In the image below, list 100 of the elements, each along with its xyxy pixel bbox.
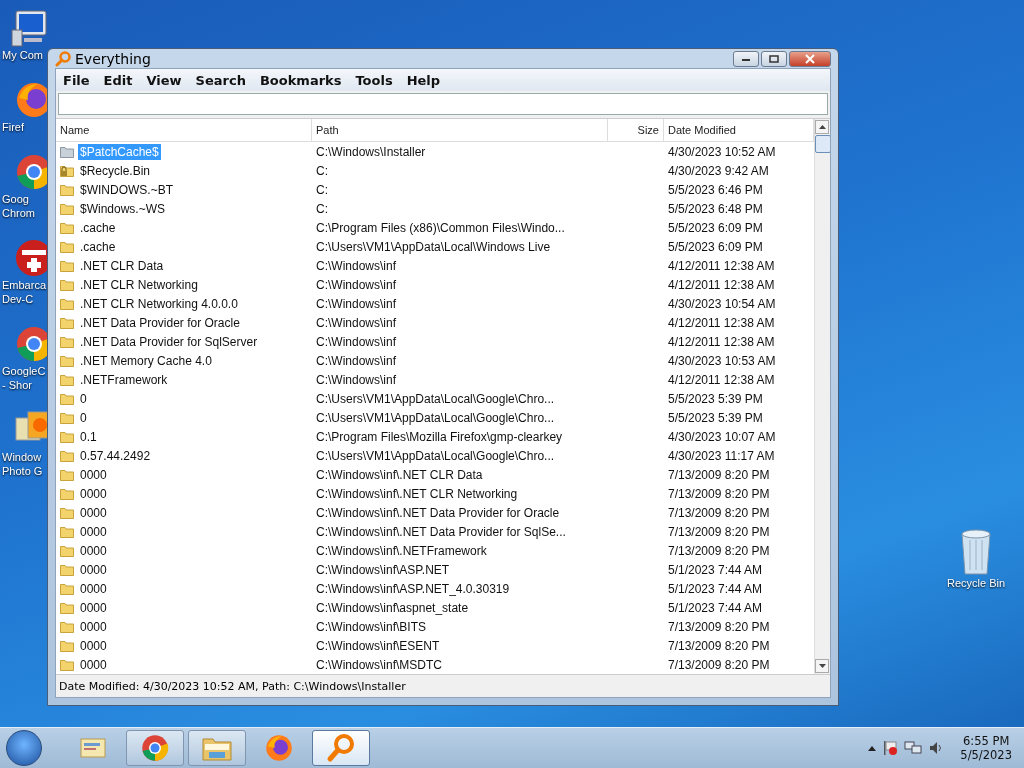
table-cell[interactable]: 0000: [78, 504, 109, 521]
table-cell-text: C:\Windows\inf\.NET CLR Networking: [315, 486, 519, 501]
maximize-button[interactable]: [761, 50, 787, 67]
column-header[interactable]: Name: [56, 119, 312, 141]
table-cell-text: C:: [315, 163, 329, 178]
folder-icon: [60, 449, 74, 462]
start-button[interactable]: [6, 730, 42, 766]
table-cell[interactable]: 0000: [78, 637, 109, 654]
table-cell[interactable]: $WINDOWS.~BT: [78, 181, 175, 198]
scroll-up-button[interactable]: [815, 120, 829, 134]
file-icon: [60, 145, 74, 158]
close-button[interactable]: [789, 50, 831, 67]
table-cell-text: 5/5/2023 5:39 PM: [667, 410, 764, 425]
column-header[interactable]: Size: [608, 119, 664, 141]
menu-item[interactable]: Search: [188, 72, 253, 88]
table-cell-text: 5/1/2023 7:44 AM: [667, 581, 764, 596]
icon-label: Photo G: [1, 464, 43, 478]
window-title: Everything: [75, 50, 152, 67]
folder-icon: [60, 563, 74, 576]
menu-item[interactable]: Tools: [348, 72, 400, 88]
table-cell-text: C:\Windows\inf: [315, 258, 398, 273]
table-cell-text: 7/13/2009 8:20 PM: [667, 638, 771, 653]
minimize-button[interactable]: [733, 50, 759, 67]
up-arrow-icon: [818, 125, 826, 129]
table-cell-text: 7/13/2009 8:20 PM: [667, 505, 771, 520]
menu-item[interactable]: Edit: [96, 72, 140, 88]
table-cell[interactable]: 0: [78, 409, 89, 426]
table-cell-text: 4/30/2023 10:07 AM: [667, 429, 777, 444]
table-cell[interactable]: .NET Memory Cache 4.0: [78, 352, 214, 369]
chrome-icon: [140, 733, 170, 763]
table-cell[interactable]: .NETFramework: [78, 371, 170, 388]
icon-label: GoogleC: [1, 364, 46, 378]
table-cell[interactable]: .NET CLR Networking: [78, 276, 200, 293]
table-cell-text: 4/12/2011 12:38 AM: [667, 258, 776, 273]
table-cell[interactable]: .NET CLR Networking 4.0.0.0: [78, 295, 240, 312]
folder-icon: [60, 392, 74, 405]
table-cell-text: 4/12/2011 12:38 AM: [667, 372, 776, 387]
table-cell-text: C:\Windows\inf\ASP.NET: [315, 562, 451, 577]
taskbar-button[interactable]: [126, 730, 184, 766]
table-cell[interactable]: 0.57.44.2492: [78, 447, 153, 464]
folder-icon: [60, 639, 74, 652]
table-cell-text: C:\Windows\inf\MSDTC: [315, 657, 444, 672]
table-cell[interactable]: 0000: [78, 485, 109, 502]
icon-label: Firef: [1, 120, 24, 134]
clock-time[interactable]: 6:55 PM: [963, 734, 1010, 748]
column-header[interactable]: Path: [312, 119, 608, 141]
scroll-thumb[interactable]: [815, 135, 830, 153]
network-icon[interactable]: [904, 740, 923, 756]
table-cell[interactable]: 0000: [78, 561, 109, 578]
table-cell[interactable]: 0000: [78, 523, 109, 540]
menu-item[interactable]: View: [139, 72, 189, 88]
table-cell[interactable]: 0.1: [78, 428, 99, 445]
table-cell-text: C:\Windows\inf\.NETFramework: [315, 543, 488, 558]
taskbar-button[interactable]: [312, 730, 370, 766]
computer-icon[interactable]: [10, 8, 50, 48]
table-cell-text: C:\Windows\inf\BITS: [315, 619, 428, 634]
table-cell[interactable]: $Windows.~WS: [78, 200, 168, 217]
menu-item[interactable]: File: [56, 72, 97, 88]
folder-icon: [60, 354, 74, 367]
scroll-down-button[interactable]: [815, 659, 829, 673]
table-cell-text: C:\Program Files (x86)\Common Files\Windo...: [315, 220, 566, 235]
table-cell-text: C:\Windows\inf\.NET CLR Data: [315, 467, 484, 482]
envelope-icon: [78, 735, 108, 761]
menu-item[interactable]: Bookmarks: [252, 72, 349, 88]
folder-icon: [60, 297, 74, 310]
table-cell[interactable]: 0000: [78, 580, 109, 597]
taskbar-button[interactable]: [188, 730, 246, 766]
up-arrow-icon[interactable]: [868, 745, 877, 751]
table-cell[interactable]: 0000: [78, 466, 109, 483]
table-cell-text: 7/13/2009 8:20 PM: [667, 543, 771, 558]
folder-icon: [60, 544, 74, 557]
magnifier-icon: [55, 50, 71, 67]
table-cell[interactable]: 0000: [78, 618, 109, 635]
table-cell[interactable]: 0: [78, 390, 89, 407]
locked-folder-icon: [60, 164, 74, 177]
table-cell[interactable]: .NET Data Provider for SqlServer: [78, 333, 260, 350]
menu-item[interactable]: Help: [399, 72, 448, 88]
scrollbar[interactable]: [814, 119, 830, 674]
table-cell-text: C:: [315, 201, 329, 216]
table-cell[interactable]: .NET CLR Data: [78, 257, 166, 274]
table-cell[interactable]: .cache: [78, 219, 118, 236]
search-field[interactable]: [58, 93, 828, 115]
table-cell[interactable]: .cache: [78, 238, 118, 255]
table-cell-text: C:\Windows\inf: [315, 277, 398, 292]
table-cell-text: C:\Windows\inf: [315, 315, 398, 330]
table-cell[interactable]: 0000: [78, 599, 109, 616]
table-cell[interactable]: .NET Data Provider for Oracle: [78, 314, 242, 331]
table-cell-text: C:\Users\VM1\AppData\Local\Google\Chro...: [315, 391, 556, 406]
flag-icon[interactable]: [882, 740, 899, 756]
folder-icon: [60, 373, 74, 386]
table-cell-text: 7/13/2009 8:20 PM: [667, 486, 771, 501]
table-cell[interactable]: $Recycle.Bin: [78, 162, 153, 179]
table-cell-text: C:\Windows\inf\ASP.NET_4.0.30319: [315, 581, 511, 596]
clock-date[interactable]: 5/5/2023: [960, 748, 1012, 762]
folder-icon: [60, 506, 74, 519]
table-cell[interactable]: 0000: [78, 542, 109, 559]
folder-icon: [60, 620, 74, 633]
table-cell[interactable]: 0000: [78, 656, 109, 673]
table-cell-text: 5/5/2023 6:46 PM: [667, 182, 764, 197]
close-icon: [805, 53, 815, 64]
